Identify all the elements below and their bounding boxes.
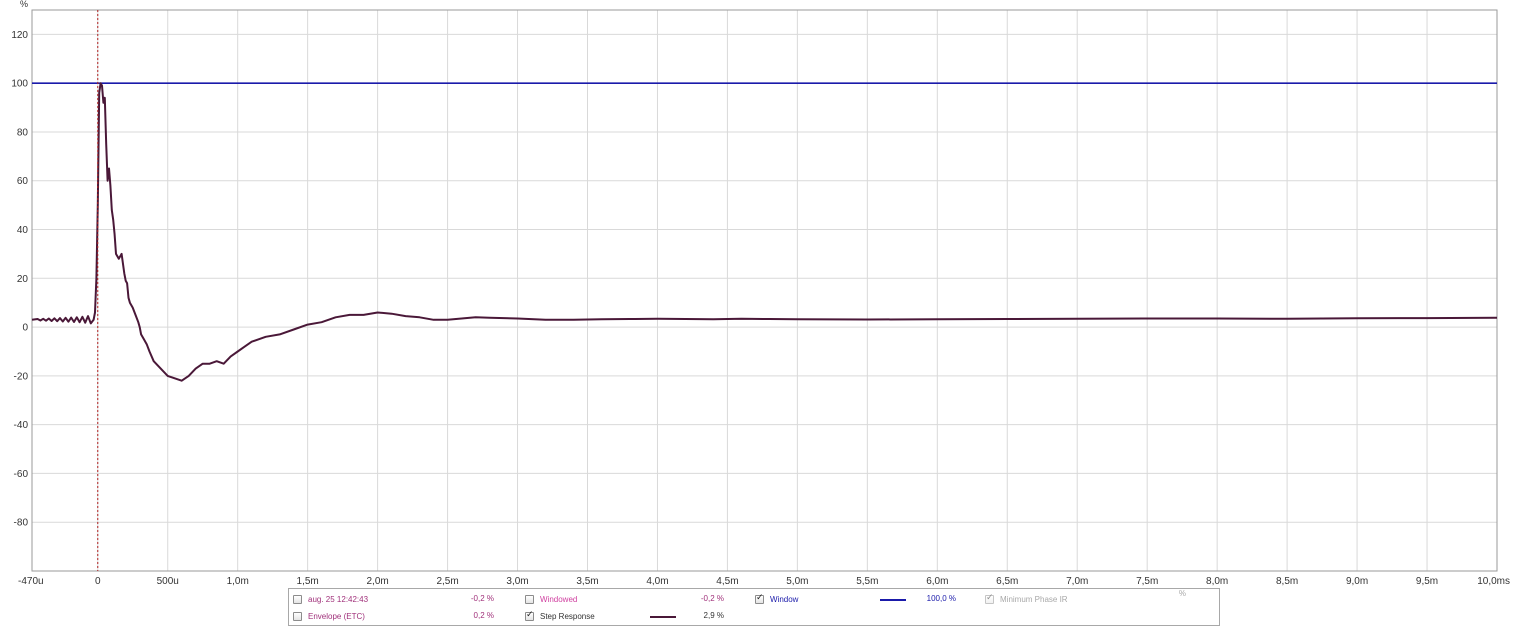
x-axis: -470u 0 500u 1,0m 1,5m 2,0m 2,5m 3,0m 3,5m 4,0m 4,…: [18, 576, 1510, 587]
legend-item-measurement[interactable]: aug. 25 12:42:43: [293, 593, 368, 606]
legend-item-windowed[interactable]: Windowed: [525, 593, 577, 606]
x-tick-label: 3,0m: [506, 576, 528, 587]
x-tick-label: 6,5m: [996, 576, 1018, 587]
y-tick-label: 40: [17, 225, 29, 236]
legend-value-step-response: 2,9 %: [703, 611, 724, 620]
x-tick-label: 10,0ms: [1477, 576, 1510, 587]
y-tick-label: -20: [14, 371, 29, 382]
minimum-phase-checkbox[interactable]: [985, 593, 994, 604]
legend-label-step-response: Step Response: [540, 612, 595, 621]
legend-value-window: 100,0 %: [926, 594, 956, 603]
x-tick-label: 0: [95, 576, 101, 587]
legend-label-measurement: aug. 25 12:42:43: [308, 595, 369, 604]
x-tick-label: 1,0m: [227, 576, 249, 587]
chart-area[interactable]: % 120 100 80 60 40 20 0 -20 -40 -60 -80 -470u 0 500u…: [0, 0, 1513, 588]
grid: [31, 10, 1498, 571]
legend-item-window[interactable]: Window: [755, 593, 798, 606]
window-checkbox[interactable]: [755, 593, 764, 604]
series-line-step-response: [31, 82, 1498, 382]
legend-label-windowed: Windowed: [540, 595, 578, 604]
legend-value-measurement: -0,2 %: [470, 594, 494, 603]
y-tick-label: -40: [14, 420, 29, 431]
x-tick-label: 4,0m: [646, 576, 668, 587]
legend-value-windowed: -0,2 %: [700, 594, 724, 603]
x-tick-label: 2,5m: [436, 576, 458, 587]
legend-value-envelope: 0,2 %: [473, 611, 494, 620]
x-tick-label: 8,0m: [1206, 576, 1228, 587]
measurement-checkbox[interactable]: [293, 595, 302, 604]
x-tick-label: 9,5m: [1416, 576, 1438, 587]
x-tick-label: 5,0m: [786, 576, 808, 587]
y-tick-label: -60: [14, 469, 29, 480]
legend-value-minimum-phase: %: [1178, 589, 1186, 598]
x-tick-label: 6,0m: [926, 576, 948, 587]
legend-label-window: Window: [770, 595, 799, 604]
legend-panel: aug. 25 12:42:43 -0,2 % Windowed -0,2 % …: [288, 588, 1220, 626]
x-tick-label: 9,0m: [1346, 576, 1368, 587]
plot-frame: [31, 9, 1498, 572]
y-tick-label: 60: [17, 176, 29, 187]
legend-item-minimum-phase[interactable]: Minimum Phase IR: [985, 593, 1068, 606]
legend-label-envelope: Envelope (ETC): [308, 612, 365, 621]
x-tick-label: 8,5m: [1276, 576, 1298, 587]
x-tick-label: -470u: [18, 576, 44, 587]
y-tick-label: 0: [22, 323, 28, 334]
x-tick-label: 500u: [157, 576, 179, 587]
legend-item-step-response[interactable]: Step Response: [525, 610, 595, 623]
envelope-checkbox[interactable]: [293, 612, 302, 621]
y-tick-label: 80: [17, 127, 29, 138]
y-tick-label: -80: [14, 518, 29, 529]
legend-label-minimum-phase: Minimum Phase IR: [1000, 595, 1068, 604]
y-tick-label: 120: [11, 30, 28, 41]
y-unit-label: %: [20, 0, 28, 9]
x-tick-label: 2,0m: [366, 576, 388, 587]
x-tick-label: 3,5m: [576, 576, 598, 587]
windowed-checkbox[interactable]: [525, 595, 534, 604]
y-axis: 120 100 80 60 40 20 0 -20 -40 -60 -80: [11, 30, 28, 529]
series-layer: [31, 82, 1498, 382]
y-tick-label: 100: [11, 79, 28, 90]
x-tick-label: 7,0m: [1066, 576, 1088, 587]
x-tick-label: 1,5m: [297, 576, 319, 587]
legend-item-envelope[interactable]: Envelope (ETC): [293, 610, 365, 623]
x-tick-label: 7,5m: [1136, 576, 1158, 587]
step-response-checkbox[interactable]: [525, 610, 534, 621]
y-tick-label: 20: [17, 274, 29, 285]
x-tick-label: 4,5m: [716, 576, 738, 587]
x-tick-label: 5,5m: [856, 576, 878, 587]
